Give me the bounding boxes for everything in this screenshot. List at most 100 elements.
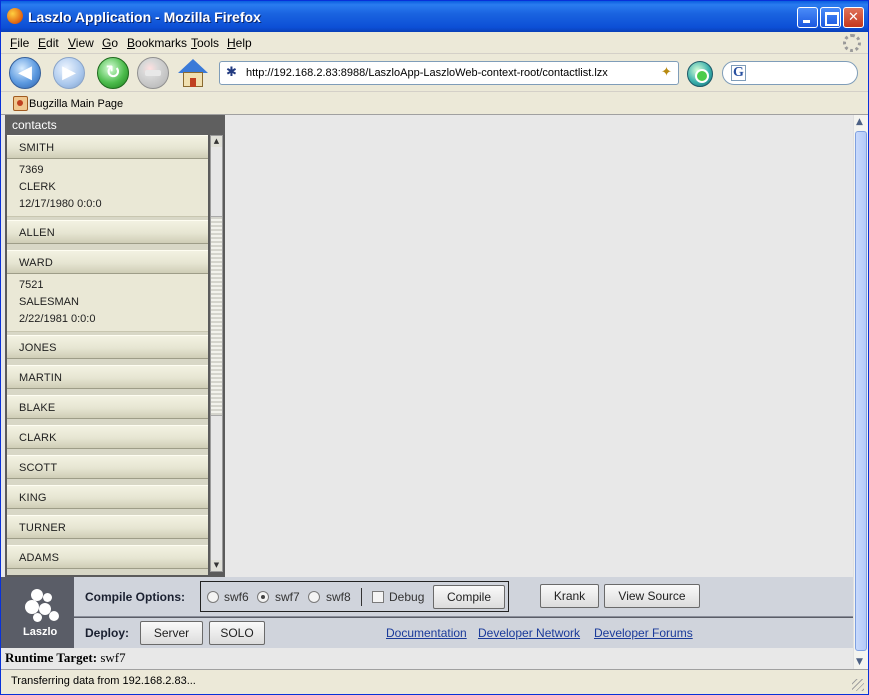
menu-edit[interactable]: Edit <box>38 36 59 50</box>
contact-header[interactable]: WARD <box>7 250 208 274</box>
stop-button[interactable] <box>137 57 169 89</box>
divider <box>361 588 362 606</box>
contact-date: 12/17/1980 0:0:0 <box>19 198 102 210</box>
navigation-toolbar: ◀ ▶ ↻ ✱ http://192.168.2.83:8988/LaszloA… <box>1 54 868 92</box>
title-bar: Laszlo Application - Mozilla Firefox ✕ <box>1 1 868 32</box>
contact-header[interactable]: MARTIN <box>7 365 208 389</box>
home-button[interactable] <box>177 57 209 89</box>
menu-help[interactable]: Help <box>227 36 252 50</box>
page-scrollbar[interactable]: ▲ ▼ <box>853 115 868 669</box>
contact-list: SMITH 7369 CLERK 12/17/1980 0:0:0 ALLEN … <box>7 135 208 575</box>
home-icon <box>178 59 208 73</box>
menu-bar: File Edit View Go Bookmarks Tools Help <box>1 32 868 54</box>
debug-checkbox[interactable] <box>372 591 384 603</box>
developer-forums-link[interactable]: Developer Forums <box>594 626 693 640</box>
radio-swf6[interactable] <box>207 591 219 603</box>
url-text[interactable]: http://192.168.2.83:8988/LaszloApp-Laszl… <box>246 67 608 79</box>
scroll-thumb[interactable] <box>211 216 222 416</box>
search-engine-icon[interactable]: G <box>731 65 746 81</box>
developer-network-link[interactable]: Developer Network <box>478 626 580 640</box>
radio-swf6-label: swf6 <box>224 590 249 604</box>
maximize-icon <box>821 8 840 27</box>
go-button[interactable] <box>687 61 713 87</box>
menu-bookmarks[interactable]: Bookmarks <box>127 36 187 50</box>
contact-header[interactable]: JONES <box>7 335 208 359</box>
maximize-button[interactable] <box>820 7 841 28</box>
reload-button[interactable]: ↻ <box>97 57 129 89</box>
runtime-target: Runtime Target: swf7 <box>5 650 126 666</box>
contact-header[interactable]: SCOTT <box>7 455 208 479</box>
contact-header[interactable]: CLARK <box>7 425 208 449</box>
scroll-down-icon[interactable]: ▼ <box>211 560 222 571</box>
laszlo-dev-toolbar: Laszlo Compile Options: swf6 swf7 swf8 D… <box>1 577 853 648</box>
throbber-icon <box>843 34 861 52</box>
contact-header[interactable]: ADAMS <box>7 545 208 569</box>
solo-button[interactable]: SOLO <box>209 621 265 645</box>
site-favicon-icon: ✱ <box>226 65 237 80</box>
contact-header[interactable]: TURNER <box>7 515 208 539</box>
contact-details: 7521 SALESMAN 2/22/1981 0:0:0 <box>7 274 208 332</box>
contact-date: 2/22/1981 0:0:0 <box>19 313 96 325</box>
stop-icon <box>138 58 168 88</box>
forward-button[interactable]: ▶ <box>53 57 85 89</box>
view-source-button[interactable]: View Source <box>604 584 700 608</box>
bugzilla-icon <box>13 96 28 111</box>
status-bar: Transferring data from 192.168.2.83... <box>1 669 868 694</box>
contact-header[interactable]: KING <box>7 485 208 509</box>
scroll-down-icon[interactable]: ▼ <box>856 657 863 667</box>
bookmark-star-icon[interactable]: ✦ <box>661 65 672 80</box>
close-icon: ✕ <box>848 10 859 25</box>
page-content: contacts SMITH 7369 CLERK 12/17/1980 0:0… <box>1 115 853 669</box>
compile-options-row: Compile Options: swf6 swf7 swf8 Debug Co… <box>74 577 853 617</box>
forward-arrow-icon: ▶ <box>62 62 76 83</box>
browser-window: Laszlo Application - Mozilla Firefox ✕ F… <box>0 0 869 695</box>
radio-swf8[interactable] <box>308 591 320 603</box>
back-button[interactable]: ◀ <box>9 57 41 89</box>
bookmarks-toolbar: Bugzilla Main Page <box>1 93 868 115</box>
contact-header[interactable]: SMITH <box>7 135 208 159</box>
contact-id: 7521 <box>19 279 44 291</box>
laszlo-logo-icon <box>21 589 61 622</box>
runtime-target-value: swf7 <box>100 650 126 665</box>
menu-view[interactable]: View <box>68 36 94 50</box>
laszlo-logo-text: Laszlo <box>23 626 58 638</box>
compile-button[interactable]: Compile <box>433 585 505 609</box>
deploy-label: Deploy: <box>85 626 130 640</box>
contacts-panel: contacts SMITH 7369 CLERK 12/17/1980 0:0… <box>5 115 225 577</box>
minimize-button[interactable] <box>797 7 818 28</box>
documentation-link[interactable]: Documentation <box>386 626 467 640</box>
deploy-row: Deploy: Server SOLO Documentation Develo… <box>74 618 853 648</box>
contact-header[interactable]: ALLEN <box>7 220 208 244</box>
contacts-panel-title: contacts <box>5 115 225 135</box>
back-arrow-icon: ◀ <box>18 62 32 83</box>
radio-swf8-label: swf8 <box>326 590 351 604</box>
menu-go[interactable]: Go <box>102 36 118 50</box>
radio-swf7-label: swf7 <box>275 590 300 604</box>
compile-options-label: Compile Options: <box>85 590 185 604</box>
page-scroll-thumb[interactable] <box>855 131 867 651</box>
contact-header[interactable]: BLAKE <box>7 395 208 419</box>
menu-file[interactable]: File <box>10 36 29 50</box>
contact-job: CLERK <box>19 181 56 193</box>
server-button[interactable]: Server <box>140 621 203 645</box>
bookmark-bugzilla[interactable]: Bugzilla Main Page <box>29 98 123 110</box>
resize-grip-icon[interactable] <box>852 679 864 691</box>
contact-details: 7369 CLERK 12/17/1980 0:0:0 <box>7 159 208 217</box>
firefox-logo-icon <box>7 8 23 24</box>
search-box[interactable]: G <box>722 61 858 85</box>
menu-tools[interactable]: Tools <box>191 36 219 50</box>
radio-swf7[interactable] <box>257 591 269 603</box>
scroll-up-icon[interactable]: ▲ <box>856 117 863 127</box>
contact-id: 7369 <box>19 164 44 176</box>
krank-button[interactable]: Krank <box>540 584 599 608</box>
window-title: Laszlo Application - Mozilla Firefox <box>28 9 261 25</box>
contact-list-scrollbar[interactable]: ▲ ▼ <box>210 135 223 572</box>
address-bar[interactable]: ✱ http://192.168.2.83:8988/LaszloApp-Las… <box>219 61 679 85</box>
contact-job: SALESMAN <box>19 296 79 308</box>
debug-label: Debug <box>389 590 425 604</box>
minimize-icon <box>798 8 817 27</box>
scroll-up-icon[interactable]: ▲ <box>211 136 222 147</box>
reload-icon: ↻ <box>105 62 121 83</box>
close-button[interactable]: ✕ <box>843 7 864 28</box>
compile-options-group: swf6 swf7 swf8 Debug Compile <box>200 581 509 612</box>
